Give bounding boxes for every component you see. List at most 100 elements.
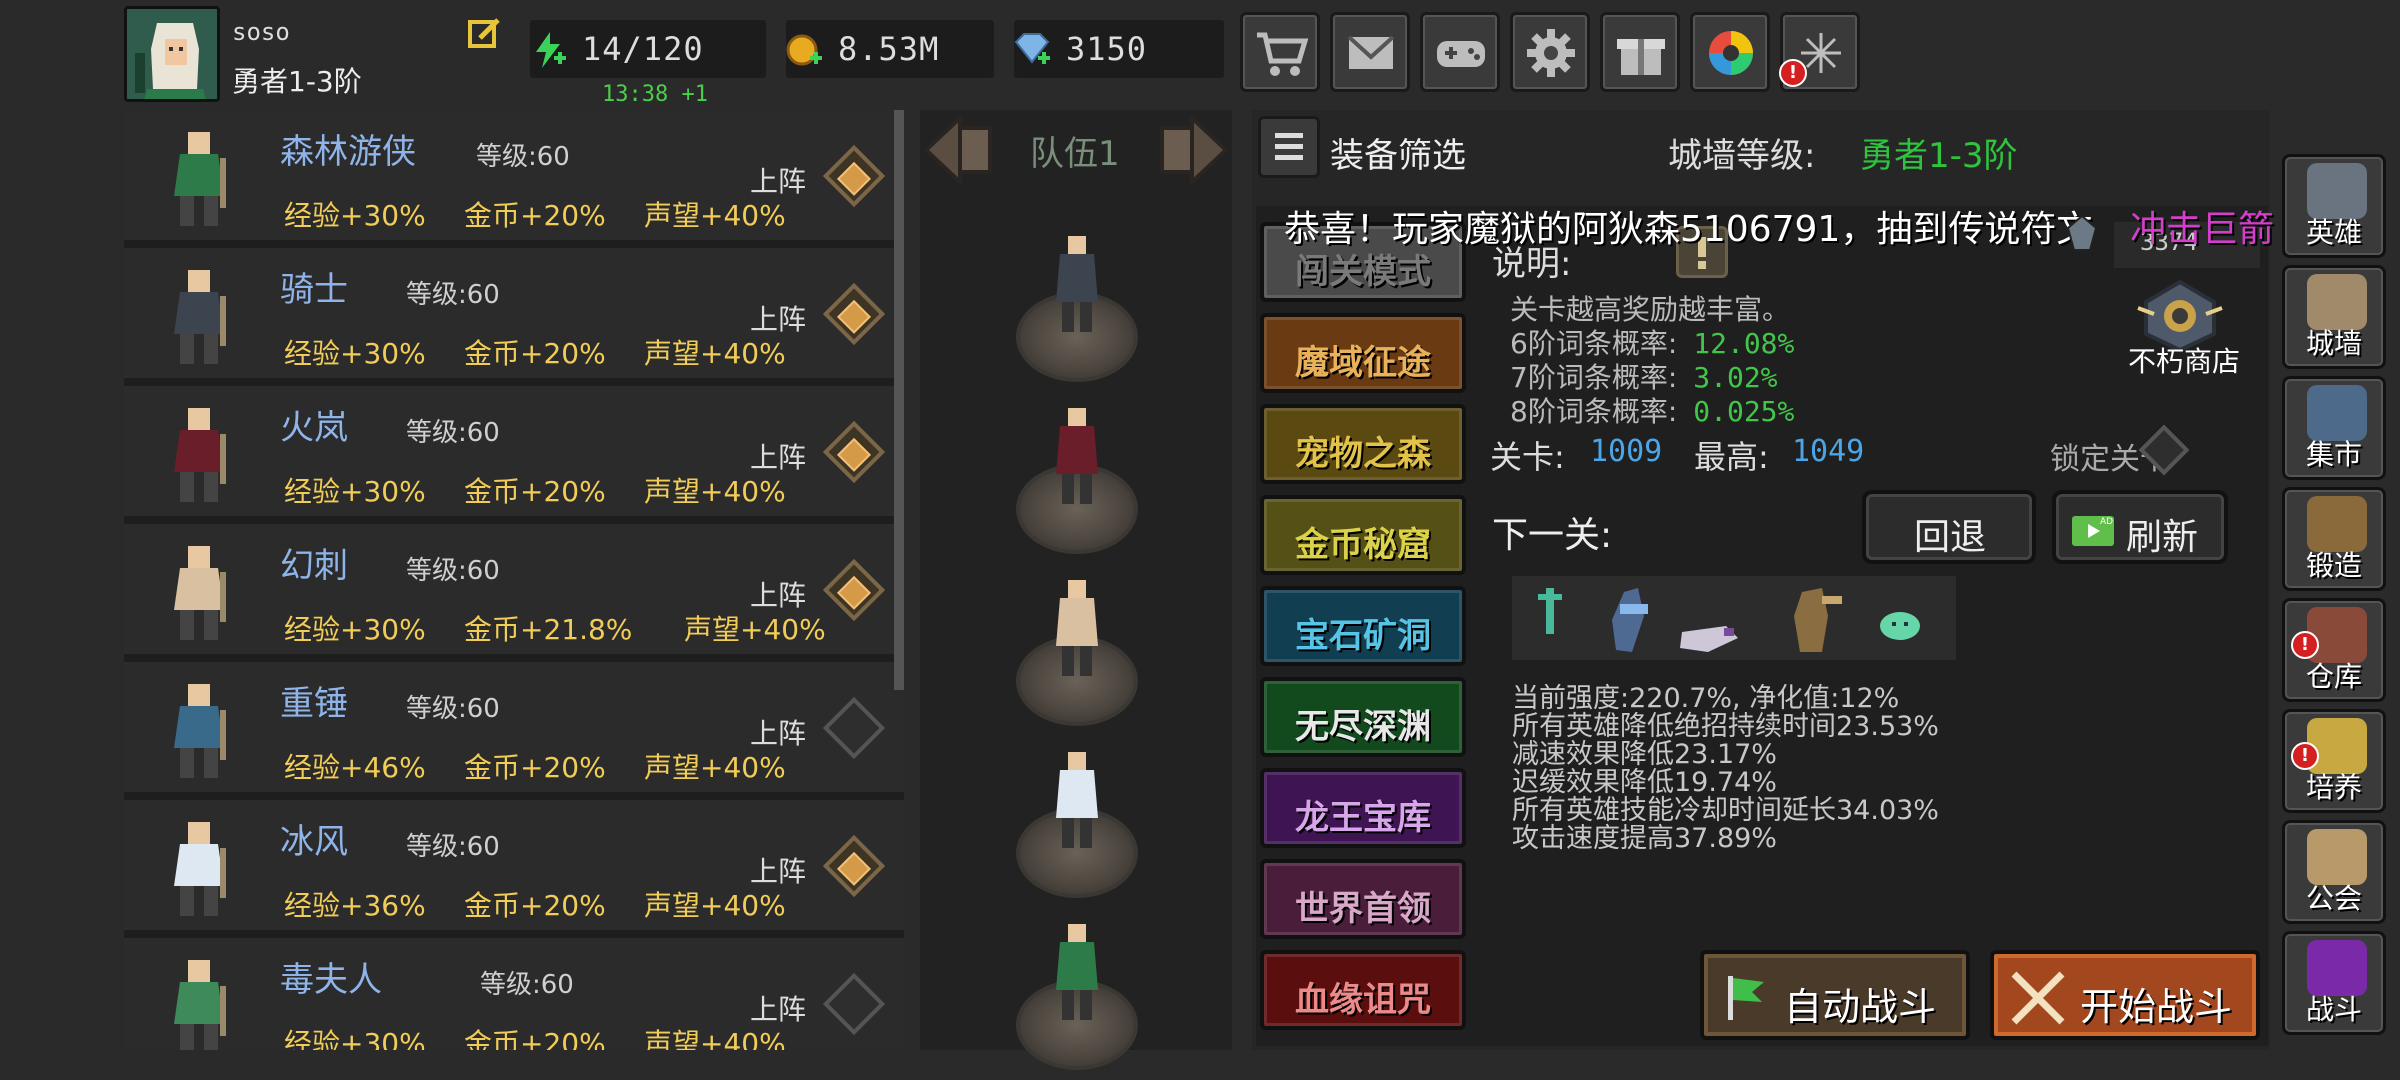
wall-level-label: 城墙等级: <box>1668 136 1816 176</box>
energy-counter: 14/120 <box>530 20 766 78</box>
side-nav-warehouse-chest[interactable]: 仓库! <box>2282 598 2386 702</box>
team-slot[interactable] <box>1014 232 1140 382</box>
game-mode-label: 无尽深渊 <box>1295 707 1431 747</box>
max-stage-value: 1049 <box>1792 434 1865 469</box>
hero-deploy-label[interactable]: 上阵 <box>750 850 806 890</box>
team-slot[interactable] <box>1014 576 1140 726</box>
hero-deploy-label[interactable]: 上阵 <box>750 436 806 476</box>
player-rank: 勇者1-3阶 <box>232 65 362 98</box>
stage-modifier-line: 攻击速度提高37.89% <box>1512 823 1777 854</box>
side-nav-label: 锻造 <box>2305 549 2362 582</box>
alert-badge: ! <box>2291 631 2319 659</box>
game-mode-button[interactable]: 魔域征途 <box>1260 313 1466 393</box>
gold-coin-plus-icon[interactable] <box>784 30 824 70</box>
game-mode-button[interactable]: 宝石矿洞 <box>1260 586 1466 666</box>
side-nav-castle-wall[interactable]: 城墙 <box>2282 265 2386 369</box>
hero-row[interactable]: 骑士 等级:60 经验+30% 金币+20% 声望+40% 上阵 <box>124 248 904 382</box>
hero-deploy-toggle[interactable] <box>822 282 886 346</box>
game-mode-button[interactable]: 龙王宝库 <box>1260 768 1466 848</box>
retreat-button-label: 回退 <box>1914 517 1987 558</box>
side-nav-label: 公会 <box>2305 882 2362 915</box>
player-avatar[interactable] <box>124 6 220 102</box>
side-nav-helmet[interactable]: 英雄 <box>2282 154 2386 258</box>
hero-name: 骑士 <box>280 270 348 310</box>
settings-gear-icon <box>1527 29 1575 77</box>
gem-plus-icon[interactable] <box>1012 32 1052 68</box>
side-nav-anvil[interactable]: 锻造 <box>2282 487 2386 591</box>
refresh-button-label: 刷新 <box>2126 517 2199 558</box>
hero-portrait <box>144 398 254 508</box>
alert-badge: ! <box>2291 742 2319 770</box>
lightning-plus-icon[interactable] <box>528 30 568 70</box>
gamepad-button[interactable] <box>1420 12 1500 92</box>
color-wheel-button[interactable] <box>1690 12 1770 92</box>
description-line-value: 0.025% <box>1693 395 1795 428</box>
side-nav-label: 战斗 <box>2305 993 2362 1026</box>
hero-deploy-label[interactable]: 上阵 <box>750 160 806 200</box>
hero-exp-bonus: 经验+30% <box>284 337 426 370</box>
hero-deploy-toggle[interactable] <box>822 972 886 1036</box>
hero-exp-bonus: 经验+30% <box>284 199 426 232</box>
hero-exp-bonus: 经验+30% <box>284 475 426 508</box>
side-nav-trophy-cup[interactable]: 培养! <box>2282 709 2386 813</box>
game-mode-button[interactable]: 血缘诅咒 <box>1260 950 1466 1030</box>
hero-exp-bonus: 经验+36% <box>284 889 426 922</box>
wall-level-value: 勇者1-3阶 <box>1860 136 2018 176</box>
hero-deploy-toggle[interactable] <box>822 834 886 898</box>
side-nav-market-stall[interactable]: 集市 <box>2282 376 2386 480</box>
retreat-button[interactable]: 回退 <box>1862 490 2036 564</box>
hero-name: 冰风 <box>280 822 348 862</box>
side-nav-portal[interactable]: 战斗 <box>2282 931 2386 1035</box>
svg-text:AD: AD <box>2100 517 2113 527</box>
hero-name: 森林游侠 <box>280 132 416 172</box>
description-line: 8阶词条概率: 0.025% <box>1510 390 1794 430</box>
mail-button[interactable] <box>1330 12 1410 92</box>
shop-cart-button[interactable] <box>1240 12 1320 92</box>
team-next-button[interactable] <box>1152 112 1232 188</box>
hero-deploy-toggle[interactable] <box>822 144 886 208</box>
hero-deploy-label[interactable]: 上阵 <box>750 988 806 1028</box>
hero-row[interactable]: 毒夫人 等级:60 经验+30% 金币+20% 声望+40% 上阵 <box>124 938 904 1050</box>
settings-button[interactable] <box>1510 12 1590 92</box>
equipment-filter-button[interactable] <box>1258 116 1320 178</box>
hero-list-scrollbar[interactable] <box>894 110 904 690</box>
game-mode-button[interactable]: 世界首领 <box>1260 859 1466 939</box>
refresh-button[interactable]: AD 刷新 <box>2052 490 2228 564</box>
hero-row[interactable]: 冰风 等级:60 经验+36% 金币+20% 声望+40% 上阵 <box>124 800 904 934</box>
hero-row[interactable]: 重锤 等级:60 经验+46% 金币+20% 声望+40% 上阵 <box>124 662 904 796</box>
equipment-filter-label[interactable]: 装备筛选 <box>1330 128 1466 177</box>
edit-name-icon[interactable] <box>466 16 502 52</box>
hero-gold-bonus: 金币+20% <box>464 475 606 508</box>
hero-list[interactable]: 森林游侠 等级:60 经验+30% 金币+20% 声望+40% 上阵 骑士 等级:60 经验+3… <box>124 110 904 1050</box>
side-nav-guild-lion[interactable]: 公会 <box>2282 820 2386 924</box>
team-slot[interactable] <box>1014 404 1140 554</box>
game-mode-button[interactable]: 宠物之森 <box>1260 404 1466 484</box>
hero-row[interactable]: 森林游侠 等级:60 经验+30% 金币+20% 声望+40% 上阵 <box>124 110 904 244</box>
team-label: 队伍1 <box>1030 134 1120 174</box>
hero-row[interactable]: 幻刺 等级:60 经验+30% 金币+21.8% 声望+40% 上阵 <box>124 524 904 658</box>
hero-gold-bonus: 金币+20% <box>464 337 606 370</box>
start-battle-button[interactable]: 开始战斗 <box>1990 950 2260 1040</box>
mail-icon <box>1347 35 1395 69</box>
team-prev-button[interactable] <box>920 112 1000 188</box>
fireworks-button[interactable]: ! <box>1779 12 1860 92</box>
gift-button[interactable] <box>1600 12 1680 92</box>
team-slot[interactable] <box>1014 748 1140 898</box>
hero-deploy-toggle[interactable] <box>822 420 886 484</box>
hero-deploy-toggle[interactable] <box>822 558 886 622</box>
hero-row[interactable]: 火岚 等级:60 经验+30% 金币+20% 声望+40% 上阵 <box>124 386 904 520</box>
game-mode-label: 世界首领 <box>1295 889 1431 929</box>
hero-deploy-label[interactable]: 上阵 <box>750 298 806 338</box>
hero-name: 火岚 <box>280 408 348 448</box>
team-slot[interactable] <box>1014 920 1140 1070</box>
hero-deploy-label[interactable]: 上阵 <box>750 574 806 614</box>
side-nav-label: 城墙 <box>2305 327 2362 360</box>
avatar-portrait-icon <box>127 9 217 99</box>
hero-deploy-label[interactable]: 上阵 <box>750 712 806 752</box>
auto-battle-button[interactable]: 自动战斗 <box>1700 950 1970 1040</box>
game-mode-button[interactable]: 金币秘窟 <box>1260 495 1466 575</box>
start-battle-label: 开始战斗 <box>2080 985 2233 1029</box>
game-mode-button[interactable]: 无尽深渊 <box>1260 677 1466 757</box>
game-mode-label: 宝石矿洞 <box>1295 616 1431 656</box>
hero-deploy-toggle[interactable] <box>822 696 886 760</box>
